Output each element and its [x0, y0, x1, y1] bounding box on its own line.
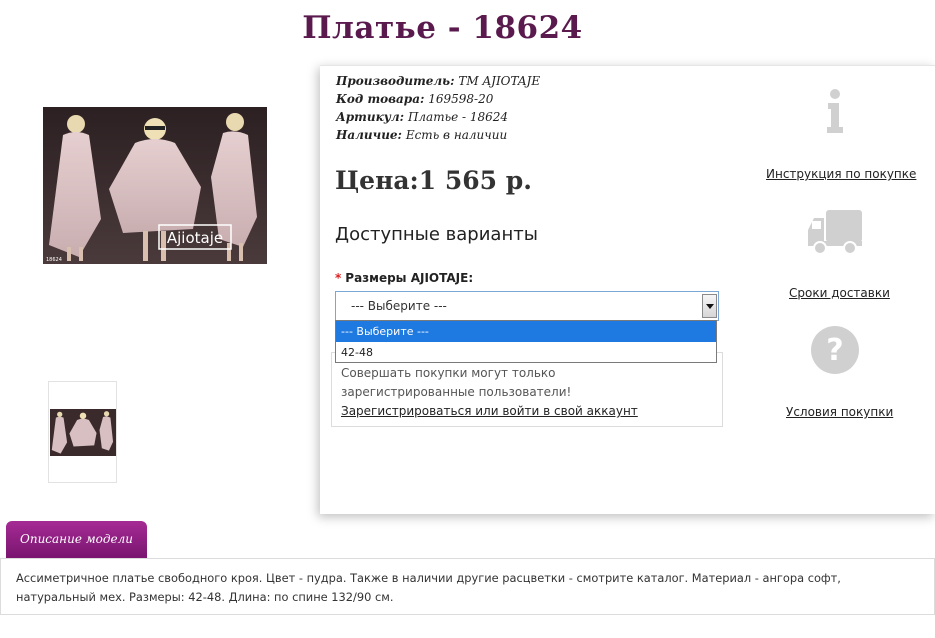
product-photo: Ajiotaje 18624 [43, 107, 267, 264]
size-option[interactable]: --- Выберите --- [336, 321, 716, 342]
purchase-conditions-link[interactable]: Условия покупки [786, 405, 893, 419]
product-meta: Производитель: ТМ AJIOTAJE Код товара: 1… [336, 72, 540, 144]
product-price: Цена:1 565 р. [335, 166, 532, 195]
info-icon [827, 89, 843, 133]
product-info-panel: Производитель: ТМ AJIOTAJE Код товара: 1… [320, 65, 935, 514]
size-option[interactable]: 42-48 [336, 342, 716, 363]
meta-article: Артикул: Платье - 18624 [336, 110, 509, 124]
register-login-link[interactable]: Зарегистрироваться или войти в свой акка… [341, 402, 638, 421]
description-panel: Ассиметричное платье свободного кроя. Цв… [0, 558, 935, 615]
product-main-image[interactable]: Ajiotaje 18624 [43, 107, 267, 264]
thumbnail-image [50, 409, 116, 456]
required-asterisk: * [335, 271, 342, 285]
photo-code: 18624 [46, 257, 62, 263]
login-notice: Совершать покупки могут только зарегистр… [331, 352, 723, 427]
page-title: Платье - 18624 [302, 10, 583, 46]
variants-heading: Доступные варианты [335, 224, 538, 245]
watermark-text: Ajiotaje [167, 229, 223, 247]
question-icon: ? [811, 326, 859, 374]
size-dropdown-list: --- Выберите --- 42-48 [335, 320, 717, 363]
chevron-down-icon[interactable] [702, 294, 717, 318]
login-notice-text: Совершать покупки могут только зарегистр… [341, 366, 572, 399]
meta-availability: Наличие: Есть в наличии [336, 128, 508, 142]
truck-icon [808, 210, 862, 255]
purchase-instructions-link[interactable]: Инструкция по покупке [766, 167, 916, 181]
description-text: Ассиметричное платье свободного кроя. Цв… [16, 571, 841, 604]
size-select-value: --- Выберите --- [351, 299, 447, 313]
svg-text:?: ? [826, 333, 843, 368]
meta-manufacturer: Производитель: ТМ AJIOTAJE [336, 74, 541, 88]
size-select[interactable]: --- Выберите --- [335, 291, 719, 321]
product-thumbnail[interactable] [48, 381, 117, 483]
size-label: * Размеры AJIOTAJE: [335, 271, 474, 285]
delivery-terms-link[interactable]: Сроки доставки [789, 286, 890, 300]
tab-model-description[interactable]: Описание модели [6, 521, 147, 558]
meta-product-code: Код товара: 169598-20 [336, 92, 494, 106]
